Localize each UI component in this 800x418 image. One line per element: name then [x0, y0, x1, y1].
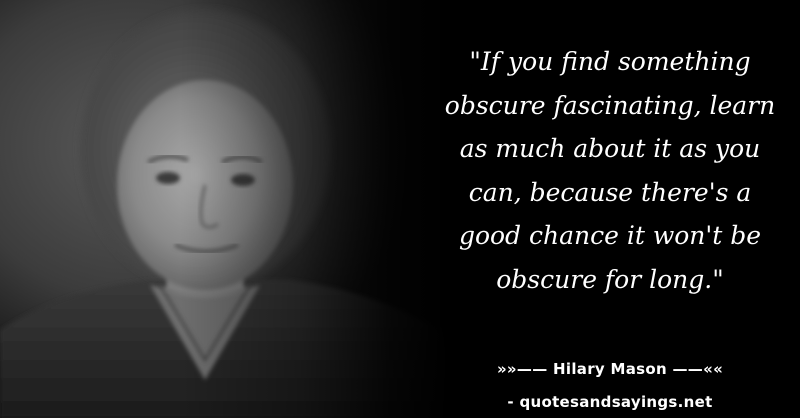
quote-line: "If you find something: [469, 47, 751, 76]
quote-line: obscure for long.": [496, 264, 724, 294]
quote-image: "If you find something obscure fascinati…: [0, 0, 800, 418]
quote-line: can, because there's a: [468, 177, 752, 207]
quote-author: »»—— Hilary Mason ——««: [496, 360, 724, 378]
quote-text: "If you find something obscure fascinati…: [430, 40, 790, 301]
source-website: - quotesandsayings.net: [507, 393, 713, 411]
quote-line: as much about it as you: [459, 134, 761, 163]
quote-line: obscure fascinating, learn: [444, 90, 776, 120]
quote-line: good chance it won't be: [458, 221, 762, 250]
